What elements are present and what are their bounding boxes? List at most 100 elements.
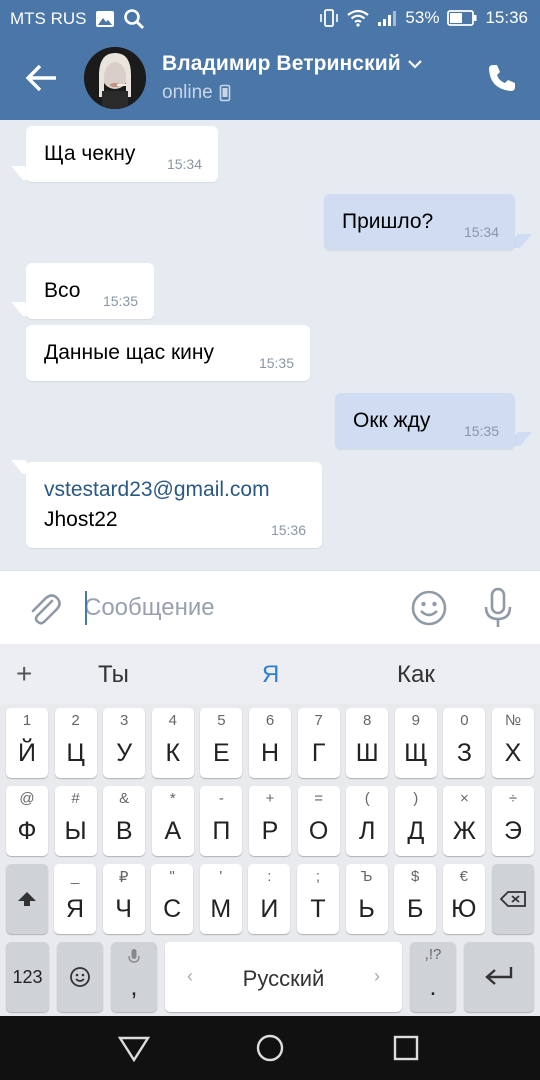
key-char: Т [310, 895, 326, 923]
key-alt-char: ( [364, 790, 370, 807]
letter-key[interactable]: ; Т [297, 864, 339, 934]
key-alt-char: _ [70, 868, 80, 885]
letter-key[interactable]: 6Н [249, 708, 291, 778]
avatar[interactable] [84, 47, 146, 109]
letter-key[interactable]: # Ы [54, 786, 97, 856]
text-cursor [85, 591, 87, 625]
letter-key[interactable]: ) Д [394, 786, 437, 856]
enter-key[interactable] [464, 942, 534, 1012]
period-key[interactable]: ,!? . [410, 942, 456, 1012]
key-char: Ь [358, 895, 375, 923]
key-char: Ю [451, 895, 477, 923]
letter-key[interactable]: 8Ш [346, 708, 389, 778]
letter-key[interactable]: = О [297, 786, 340, 856]
key-alt-char: ÷ [508, 790, 518, 807]
emoji-key[interactable] [57, 942, 103, 1012]
letter-key[interactable]: _ Я [54, 864, 96, 934]
presence-status: online [162, 82, 231, 104]
letter-key[interactable]: ' М [199, 864, 242, 934]
letter-key[interactable]: :И [248, 864, 291, 934]
suggestion-bar: + Ты Я Как [0, 644, 540, 704]
letter-key[interactable]: 3У [103, 708, 146, 778]
paperclip-icon[interactable] [26, 589, 62, 627]
key-char: Г [311, 739, 326, 767]
key-alt-char: Ъ [360, 868, 373, 885]
key-alt-char: 8 [363, 712, 372, 729]
key-char: М [210, 895, 232, 923]
letter-key[interactable]: 5Е [200, 708, 243, 778]
letter-key[interactable]: 1Й [6, 708, 48, 778]
letter-key[interactable]: @ Ф [6, 786, 48, 856]
key-alt-char: * [169, 790, 176, 807]
plus-icon[interactable]: + [16, 658, 32, 690]
letter-key[interactable]: $ Б [394, 864, 437, 934]
key-alt-char: 1 [22, 712, 32, 729]
key-alt-char: 5 [217, 712, 226, 729]
comma-key-label: , [130, 973, 138, 1001]
letter-key[interactable]: 9Щ [394, 708, 437, 778]
letter-key[interactable]: ÷ Э [492, 786, 534, 856]
nav-recents-icon[interactable] [388, 1032, 424, 1064]
key-alt-char: 4 [168, 712, 177, 729]
letter-key[interactable]: 7Г [297, 708, 340, 778]
message-bubble-incoming[interactable]: Ща чекну 15:34 [26, 126, 218, 182]
letter-key[interactable]: € Ю [442, 864, 485, 934]
numbers-key[interactable]: 123 [6, 942, 49, 1012]
letter-key[interactable]: + Р [249, 786, 291, 856]
nav-home-icon[interactable] [252, 1032, 288, 1064]
suggestion-word[interactable]: Как [397, 661, 435, 689]
backspace-key[interactable] [492, 864, 534, 934]
letter-key[interactable]: 4К [151, 708, 194, 778]
comma-key[interactable]: , [111, 942, 157, 1012]
suggestion-word[interactable]: Ты [98, 661, 129, 689]
letter-key[interactable]: & В [103, 786, 146, 856]
key-alt-char: № [504, 712, 522, 729]
period-key-alt: ,!? [424, 946, 442, 963]
key-char: Ж [452, 817, 476, 845]
key-char: С [163, 895, 182, 923]
letter-key[interactable]: 0З [443, 708, 486, 778]
space-bar-label: Русский [242, 966, 325, 991]
message-input[interactable] [84, 585, 384, 631]
key-char: Р [261, 817, 279, 845]
key-char: Э [504, 817, 522, 845]
letter-key[interactable]: № Х [492, 708, 534, 778]
key-alt-char: : [267, 868, 272, 885]
letter-key[interactable]: (Л [346, 786, 389, 856]
space-bar[interactable]: ‹ Русский › [165, 942, 402, 1012]
message-list[interactable]: Ща чекну 15:34 Пришло? 15:34 Всо 15:35 Д… [0, 120, 540, 570]
message-text: Ща чекну [44, 142, 136, 165]
letter-key[interactable]: ₽ Ч [102, 864, 145, 934]
status-bar: MTS RUS 53% 15:36 [0, 0, 540, 36]
message-composer [0, 570, 540, 644]
letter-key[interactable]: 2Ц [54, 708, 97, 778]
message-bubble-incoming[interactable]: Всо 15:35 [26, 263, 154, 319]
phone-icon[interactable] [486, 62, 518, 94]
contact-name-text: Владимир Ветринский [162, 52, 401, 75]
letter-key[interactable]: ЪЬ [345, 864, 388, 934]
contact-name[interactable]: Владимир Ветринский [162, 52, 423, 76]
key-char: Ш [355, 739, 379, 767]
message-bubble-incoming[interactable]: Данные щас кину 15:35 [26, 325, 310, 381]
letter-key[interactable]: * А [151, 786, 194, 856]
message-bubble-outgoing[interactable]: Пришло? 15:34 [324, 194, 515, 250]
letter-key[interactable]: -П [200, 786, 243, 856]
letter-key[interactable]: × Ж [443, 786, 486, 856]
message-bubble-incoming[interactable]: vstestard23@gmail.com Jhost22 15:36 [26, 462, 322, 548]
back-arrow-icon[interactable] [22, 58, 62, 98]
email-link[interactable]: vstestard23@gmail.com [44, 478, 270, 502]
key-alt-char: × [460, 790, 469, 807]
on-screen-keyboard: + Ты Я Как 1 Й 2 Ц 3 У 4 К 5 Е 6 Н 7 Г 8 Ш 9 Щ 0 З № Х @ Ф # Ы & В *… [0, 644, 540, 1016]
suggestion-word[interactable]: Я [262, 661, 279, 689]
letter-key[interactable]: " С [151, 864, 194, 934]
emoji-icon[interactable] [410, 589, 448, 627]
microphone-icon[interactable] [482, 587, 514, 629]
key-char: Щ [404, 739, 428, 767]
key-alt-char: 2 [71, 712, 80, 729]
message-bubble-outgoing[interactable]: Окк жду 15:35 [335, 393, 515, 449]
backspace-icon [500, 891, 526, 907]
key-alt-char: 0 [460, 712, 469, 729]
key-char: Л [358, 817, 376, 845]
shift-key[interactable] [6, 864, 48, 934]
nav-back-icon[interactable] [116, 1032, 152, 1064]
